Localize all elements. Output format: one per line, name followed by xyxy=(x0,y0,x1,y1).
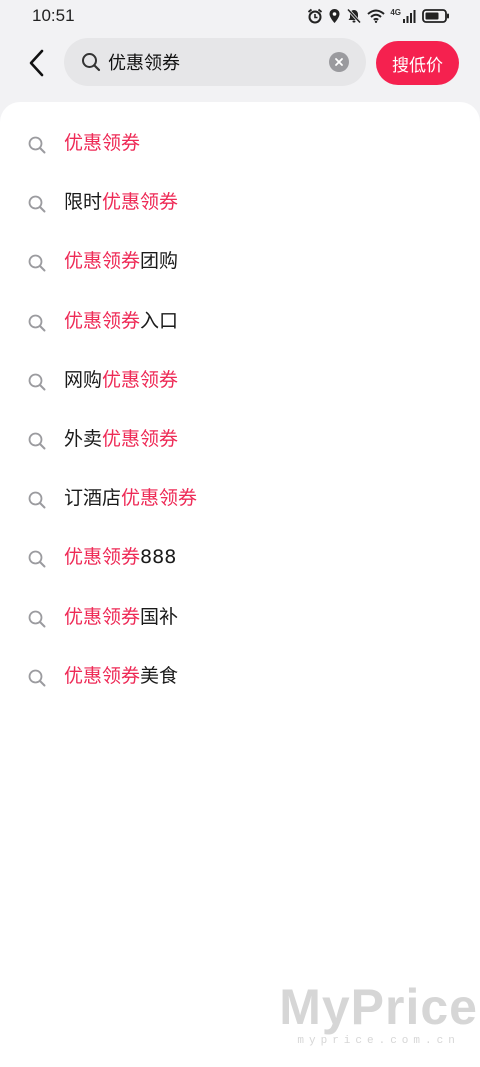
suggestion-item[interactable]: 外卖优惠领券 xyxy=(0,410,480,469)
search-icon xyxy=(28,550,46,568)
suggestion-item[interactable]: 优惠领券入口 xyxy=(0,292,480,351)
suggestion-keyword-extra: 网购 xyxy=(64,368,103,391)
search-icon xyxy=(28,610,46,628)
suggestion-keyword-highlight: 优惠领券 xyxy=(64,309,141,332)
wifi-icon xyxy=(367,9,385,23)
suggestion-keyword-extra: 国补 xyxy=(140,605,179,628)
suggestion-item[interactable]: 网购优惠领券 xyxy=(0,351,480,410)
suggestion-keyword-extra: 限时 xyxy=(64,191,103,214)
clear-search-button[interactable] xyxy=(329,52,349,72)
search-icon xyxy=(28,136,46,154)
suggestion-keyword-highlight: 优惠领券 xyxy=(64,250,141,273)
suggestion-keyword-extra: 888 xyxy=(140,546,177,569)
suggestion-text: 外卖优惠领券 xyxy=(64,426,178,452)
alarm-icon xyxy=(307,8,323,24)
search-header: 搜低价 xyxy=(0,32,480,94)
suggestion-item[interactable]: 优惠领券888 xyxy=(0,528,480,587)
suggestion-keyword-highlight: 优惠领券 xyxy=(102,368,179,391)
search-input[interactable] xyxy=(108,46,318,78)
watermark-logo-text: MyPrice xyxy=(279,979,478,1035)
suggestion-text: 优惠领券 xyxy=(64,130,140,156)
search-icon xyxy=(28,254,46,272)
suggestion-keyword-extra: 美食 xyxy=(140,664,179,687)
suggestion-item[interactable]: 优惠领券 xyxy=(0,114,480,173)
status-icons: 4G xyxy=(307,8,450,24)
suggestion-keyword-highlight: 优惠领券 xyxy=(64,664,141,687)
search-icon xyxy=(28,373,46,391)
suggestion-text: 优惠领券美食 xyxy=(64,663,178,689)
suggestion-keyword-highlight: 优惠领券 xyxy=(64,546,141,569)
signal-icon xyxy=(403,9,417,23)
search-icon xyxy=(28,314,46,332)
search-icon xyxy=(28,669,46,687)
search-icon xyxy=(28,491,46,509)
suggestion-text: 优惠领券团购 xyxy=(64,248,178,274)
search-icon xyxy=(82,53,101,72)
suggestion-keyword-extra: 订酒店 xyxy=(64,487,122,510)
search-icon xyxy=(28,432,46,450)
suggestion-keyword-highlight: 优惠领券 xyxy=(121,487,198,510)
suggestion-text: 优惠领券888 xyxy=(64,544,176,570)
watermark-url: myprice.com.cn xyxy=(297,1035,460,1047)
location-icon xyxy=(328,8,341,24)
suggestion-item[interactable]: 优惠领券美食 xyxy=(0,647,480,706)
suggestion-text: 限时优惠领券 xyxy=(64,189,178,215)
search-low-price-button[interactable]: 搜低价 xyxy=(376,41,459,85)
status-time: 10:51 xyxy=(32,6,75,25)
suggestion-text: 优惠领券入口 xyxy=(64,308,178,334)
suggestion-list: 优惠领券 限时优惠领券 优惠领券团购 优惠领券入口 网购优惠领券 外卖优惠领券 订酒店优惠领… xyxy=(0,102,480,1067)
suggestion-item[interactable]: 优惠领券团购 xyxy=(0,232,480,291)
suggestion-item[interactable]: 订酒店优惠领券 xyxy=(0,469,480,528)
search-box[interactable] xyxy=(64,38,366,86)
suggestion-item[interactable]: 限时优惠领券 xyxy=(0,173,480,232)
search-icon xyxy=(28,195,46,213)
back-button[interactable] xyxy=(16,44,56,82)
network-type: 4G xyxy=(390,7,401,17)
suggestion-item[interactable]: 优惠领券国补 xyxy=(0,588,480,647)
suggestion-keyword-highlight: 优惠领券 xyxy=(64,605,141,628)
mute-icon xyxy=(346,8,362,24)
suggestion-keyword-extra: 外卖 xyxy=(64,428,103,450)
chevron-left-icon xyxy=(29,49,44,77)
suggestion-keyword-highlight: 优惠领券 xyxy=(102,191,179,214)
suggestion-keyword-extra: 团购 xyxy=(140,250,179,273)
suggestion-text: 网购优惠领券 xyxy=(64,367,178,393)
suggestion-keyword-highlight: 优惠领券 xyxy=(102,428,179,450)
suggestion-text: 优惠领券国补 xyxy=(64,604,178,630)
watermark-logo: MyPrice myprice.com.cn xyxy=(279,981,478,1047)
battery-icon xyxy=(422,8,450,24)
suggestion-text: 订酒店优惠领券 xyxy=(64,485,197,511)
close-icon xyxy=(335,58,343,66)
status-bar: 10:51 4G xyxy=(0,0,480,32)
suggestion-keyword-extra: 入口 xyxy=(140,309,179,332)
suggestion-keyword-highlight: 优惠领券 xyxy=(64,132,141,154)
